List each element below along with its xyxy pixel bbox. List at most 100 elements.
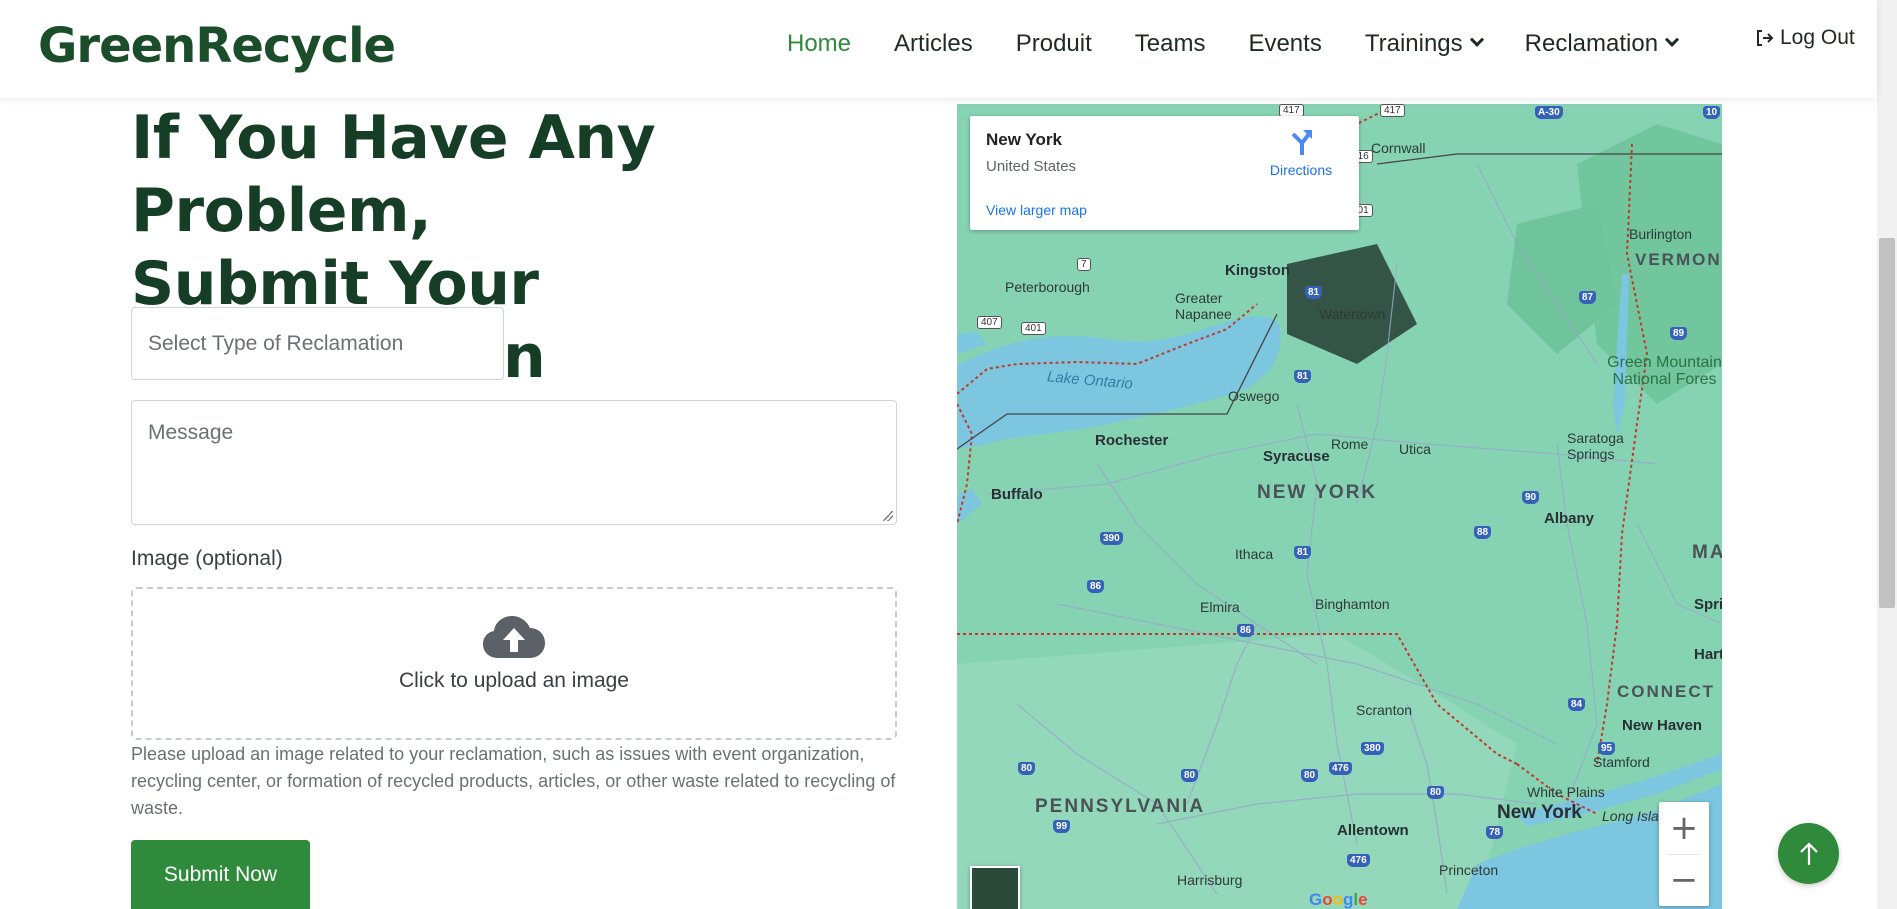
map-label: New Haven [1622,717,1703,734]
highway-shield-icon: 99 [1053,820,1071,833]
nav-item-articles[interactable]: Articles [894,30,973,58]
map-label: Saratoga Springs [1567,430,1624,462]
nav-label: Trainings [1364,30,1463,57]
map-label: Hartford [1694,646,1722,663]
logout-label: Log Out [1780,26,1855,49]
map-label: Springfi [1694,596,1722,613]
map-label: Kingston [1225,262,1290,279]
google-logo-letter: o [1332,890,1344,909]
map-label: Rochester [1095,432,1169,449]
navbar: GreenRecycle Home Articles Produit Teams… [0,0,1877,98]
upload-help-text: Please upload an image related to your r… [131,744,896,818]
route-shield-icon: 401 [1021,322,1046,335]
zoom-in-button[interactable]: + [1659,802,1709,854]
map-label: White Plains [1527,784,1605,800]
route-shield-icon: 407 [977,316,1002,329]
map-label: Cornwall [1371,140,1426,156]
nav-item-trainings[interactable]: Trainings [1364,30,1484,58]
zoom-out-button[interactable]: − [1659,854,1709,906]
embedded-map[interactable]: Cornwall Burlington VERMON Kingston Pete… [957,104,1722,909]
google-logo-letter: g [1343,890,1354,909]
message-textarea[interactable]: Message [131,400,897,525]
chevron-down-icon [1469,32,1484,47]
map-label: MA [1692,542,1722,563]
highway-shield-icon: 84 [1568,698,1586,711]
highway-shield-icon: 80 [1181,769,1199,782]
view-larger-map-link[interactable]: View larger map [986,202,1087,218]
nav-label: Events [1248,30,1322,57]
map-label: NEW YORK [1257,482,1378,503]
map-label: Watertown [1319,306,1386,322]
back-to-top-button[interactable] [1778,823,1839,884]
scrollbar-thumb[interactable] [1879,238,1895,608]
map-label: Greater Napanee [1175,290,1232,322]
highway-shield-icon: 476 [1347,854,1370,867]
highway-shield-icon: 81 [1294,370,1312,383]
highway-shield-icon: A-30 [1535,106,1563,119]
highway-shield-icon: 80 [1301,769,1319,782]
nav-item-produit[interactable]: Produit [1016,30,1092,58]
nav-label: Teams [1134,30,1206,57]
route-shield-icon: 7 [1077,258,1091,271]
submit-button[interactable]: Submit Now [131,840,310,909]
map-label: Albany [1544,510,1595,527]
highway-shield-icon: 80 [1427,786,1445,799]
nav-label: Reclamation [1524,30,1659,57]
highway-shield-icon: 81 [1305,286,1323,299]
map-label: Oswego [1228,388,1280,404]
highway-shield-icon: 78 [1486,826,1504,839]
map-label: Green Mountain National Fores [1607,354,1722,388]
nav-item-home[interactable]: Home [787,30,851,58]
directions-button[interactable]: Directions [1256,128,1346,178]
map-label: CONNECT [1617,682,1716,701]
map-label: PENNSYLVANIA [1035,796,1206,817]
highway-shield-icon: 476 [1329,762,1352,775]
upload-prompt: Click to upload an image [399,669,629,692]
map-label: VERMON [1635,250,1722,269]
arrow-up-icon [1799,841,1818,865]
highway-shield-icon: 87 [1579,291,1597,304]
map-label: Buffalo [991,486,1043,503]
select-placeholder: Select Type of Reclamation [148,331,404,355]
cloud-upload-icon [483,616,545,658]
highway-shield-icon: 86 [1237,624,1255,637]
map-label: Binghamton [1315,596,1390,612]
logout-button[interactable]: Log Out [1756,26,1855,50]
nav-label: Produit [1015,30,1092,57]
map-zoom-controls: + − [1659,802,1709,906]
google-logo-letter: e [1358,890,1368,909]
sign-out-icon [1757,30,1774,46]
highway-shield-icon: 95 [1598,742,1616,755]
nav-label: Home [787,30,852,57]
map-label: Elmira [1200,599,1240,615]
main-nav: Home Articles Produit Teams Events Train… [787,30,1720,58]
highway-shield-icon: 380 [1361,742,1384,755]
map-type-toggle[interactable] [970,866,1020,909]
chevron-down-icon [1664,32,1680,47]
map-label: Princeton [1439,862,1499,878]
map-label: Syracuse [1263,448,1330,465]
message-placeholder: Message [148,421,234,444]
nav-item-events[interactable]: Events [1248,30,1321,58]
map-label: Rome [1331,436,1369,452]
map-label: Allentown [1337,822,1409,839]
directions-label: Directions [1269,162,1333,178]
reclamation-type-select[interactable]: Select Type of Reclamation [131,307,504,380]
highway-shield-icon: 86 [1087,580,1105,593]
resize-handle[interactable] [883,511,893,521]
highway-shield-icon: 89 [1670,327,1688,340]
map-label: Peterborough [1005,279,1090,295]
image-field-label: Image (optional) [131,547,283,570]
map-label: New York [1497,802,1582,823]
title-line-1: If You Have Any Problem, [131,103,656,246]
brand-logo[interactable]: GreenRecycle [38,18,396,74]
image-upload-dropzone[interactable]: Click to upload an image [131,587,897,740]
map-label: Utica [1399,441,1431,457]
highway-shield-icon: 90 [1522,491,1540,504]
map-label: Long Isla [1602,808,1659,824]
map-label: Scranton [1356,702,1413,718]
nav-item-teams[interactable]: Teams [1135,30,1206,58]
highway-shield-icon: 88 [1474,526,1492,539]
highway-shield-icon: 81 [1294,546,1312,559]
nav-item-reclamation[interactable]: Reclamation [1524,30,1680,58]
